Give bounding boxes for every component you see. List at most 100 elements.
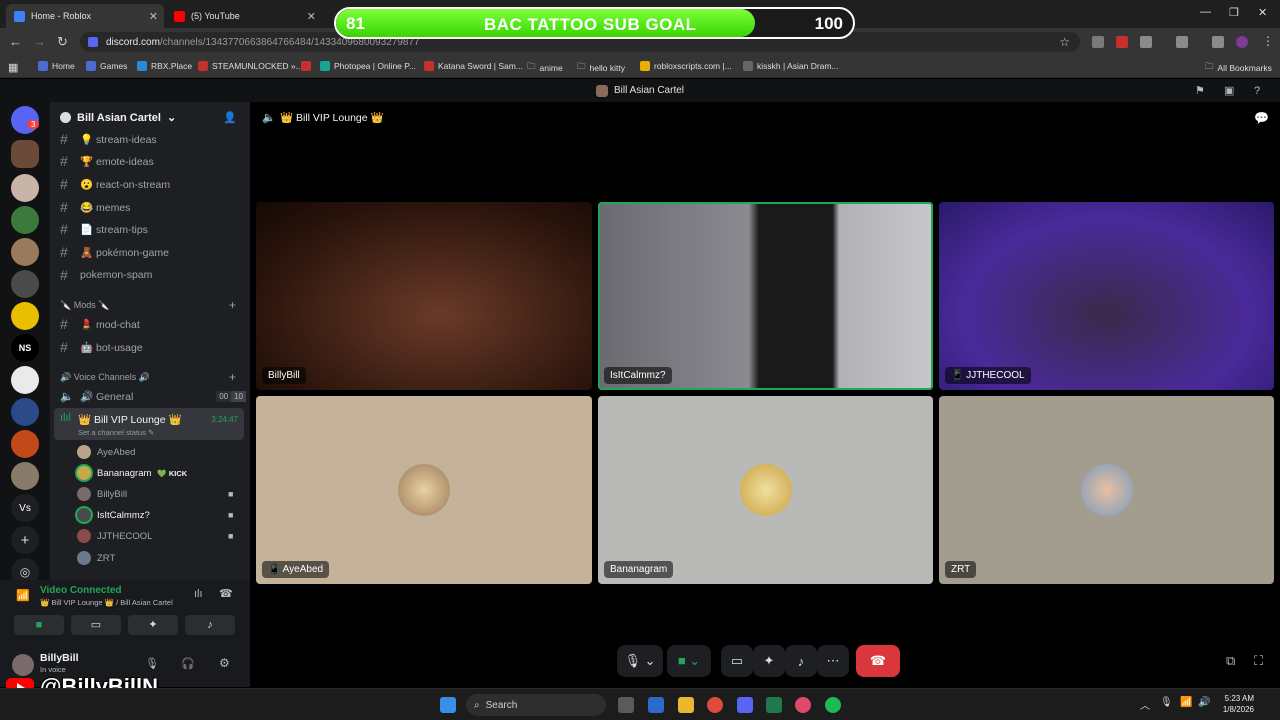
channel-pokemon-game[interactable]: # 🧸 pokémon-game xyxy=(60,242,169,262)
invite-people-icon[interactable]: 👤 xyxy=(223,111,237,124)
server-icon[interactable] xyxy=(11,430,39,458)
all-bookmarks[interactable]: 🗀 All Bookmarks xyxy=(1205,61,1272,75)
channel-stream-tips[interactable]: # 📄 stream-tips xyxy=(60,219,148,239)
channel-stream-ideas[interactable]: # 💡 stream-ideas xyxy=(60,129,157,149)
star-icon[interactable]: ☆ xyxy=(1059,35,1070,49)
tab-youtube[interactable]: (5) YouTube ✕ xyxy=(166,4,322,28)
soundboard-button[interactable]: ♪ xyxy=(785,645,817,677)
add-server-icon[interactable]: + xyxy=(11,526,39,554)
server-icon[interactable] xyxy=(11,398,39,426)
bookmark-anime[interactable]: 🗀 anime xyxy=(527,61,563,75)
voice-user[interactable]: ZRT xyxy=(77,549,115,567)
media-icon[interactable] xyxy=(1212,36,1224,48)
noise-suppression-icon[interactable]: ılı xyxy=(194,588,203,600)
soundboard-button[interactable]: ♪ xyxy=(185,615,235,635)
close-tab-icon[interactable]: ✕ xyxy=(307,10,316,23)
inbox-icon[interactable]: ▣ xyxy=(1224,84,1234,97)
chrome-icon[interactable] xyxy=(707,697,723,713)
maximize-icon[interactable]: ❐ xyxy=(1229,6,1239,19)
server-icon[interactable] xyxy=(11,238,39,266)
server-icon[interactable] xyxy=(11,270,39,298)
server-icon[interactable] xyxy=(11,174,39,202)
bookmark-icon[interactable] xyxy=(301,61,311,71)
spotify-icon[interactable] xyxy=(825,697,841,713)
clock[interactable]: 5:23 AM 1/8/2026 xyxy=(1214,693,1254,715)
screen-share-button[interactable]: ▭ xyxy=(71,615,121,635)
settings-gear-icon[interactable]: ⚙ xyxy=(219,656,230,670)
voice-user[interactable]: JJTHECOOL xyxy=(77,527,152,545)
signal-icon[interactable]: 📶 xyxy=(16,589,30,602)
back-icon[interactable]: ← xyxy=(9,34,22,49)
video-tile-billybill[interactable]: BillyBill xyxy=(256,202,592,390)
apps-grid-icon[interactable]: ▦ xyxy=(8,61,18,74)
fullscreen-icon[interactable]: ⛶ xyxy=(1254,653,1263,669)
activities-button[interactable]: ✦ xyxy=(753,645,785,677)
extension-icon[interactable] xyxy=(1092,36,1104,48)
bookmark-home[interactable]: Home xyxy=(38,61,75,71)
profile-avatar[interactable] xyxy=(1236,36,1248,48)
chevron-up-icon[interactable]: ︿ xyxy=(1140,697,1150,712)
help-icon[interactable]: ? xyxy=(1254,85,1260,97)
video-tile-isitcalmmz[interactable]: IsItCalmmz? xyxy=(598,202,933,390)
file-explorer-icon[interactable] xyxy=(678,697,694,713)
mute-button[interactable]: 🎙 ⌄ xyxy=(617,645,663,677)
channel-bot-usage[interactable]: # 🤖 bot-usage xyxy=(60,337,143,357)
microphone-icon[interactable]: 🎙 xyxy=(1160,697,1173,708)
bookmark-robloxscripts[interactable]: robloxscripts.com |... xyxy=(640,61,732,71)
server-icon[interactable]: NS xyxy=(11,334,39,362)
category-voice-channels[interactable]: 🔊 Voice Channels 🔊 xyxy=(60,372,150,383)
store-icon[interactable] xyxy=(648,697,664,713)
flag-icon[interactable]: ⚑ xyxy=(1195,84,1205,97)
task-view-icon[interactable] xyxy=(618,697,634,713)
headphones-icon[interactable]: 🎧 xyxy=(181,657,195,670)
add-channel-icon[interactable]: + xyxy=(229,298,236,312)
server-header[interactable]: Bill Asian Cartel ⌄ xyxy=(60,111,176,124)
video-toggle-button[interactable]: ■ xyxy=(14,615,64,635)
close-tab-icon[interactable]: ✕ xyxy=(149,10,158,23)
disconnect-button[interactable]: ☎ xyxy=(856,645,900,677)
user-avatar[interactable] xyxy=(12,654,34,676)
volume-icon[interactable]: 🔊 xyxy=(1198,697,1210,708)
voice-user[interactable]: IsItCalmmz? xyxy=(77,506,150,524)
bookmark-photopea[interactable]: Photopea | Online P... xyxy=(320,61,416,71)
sidepanel-icon[interactable] xyxy=(1176,36,1188,48)
server-icon[interactable]: Vs xyxy=(11,494,39,522)
channel-mod-chat[interactable]: # 💄 mod-chat xyxy=(60,314,140,334)
puzzle-icon[interactable] xyxy=(1140,36,1152,48)
reload-icon[interactable]: ↻ xyxy=(57,34,68,50)
discord-taskbar-icon[interactable] xyxy=(737,697,753,713)
voice-user[interactable]: AyeAbed xyxy=(77,443,135,461)
server-bill-asian-cartel[interactable] xyxy=(11,140,39,168)
bookmark-games[interactable]: Games xyxy=(86,61,127,71)
microphone-icon[interactable]: 🎙 xyxy=(145,657,159,670)
disconnect-icon[interactable]: ☎ xyxy=(219,587,233,600)
app-icon[interactable] xyxy=(766,697,782,713)
bookmark-rbxplace[interactable]: RBX.Place xyxy=(137,61,192,71)
minimize-icon[interactable]: — xyxy=(1200,6,1211,18)
server-icon[interactable] xyxy=(11,302,39,330)
category-mods[interactable]: 🔪 Mods 🔪 xyxy=(60,300,109,311)
taskbar-search[interactable]: ⌕ Search xyxy=(466,694,606,716)
channel-emote-ideas[interactable]: # 🏆 emote-ideas xyxy=(60,151,154,171)
site-info-icon[interactable] xyxy=(88,37,98,47)
server-icon[interactable] xyxy=(11,206,39,234)
bookmark-katana[interactable]: Katana Sword | Sam... xyxy=(424,61,523,71)
avatar-tile-bananagram[interactable]: Bananagram xyxy=(598,396,933,584)
extension-icon[interactable] xyxy=(1116,36,1128,48)
video-tile-jjthecool[interactable]: 📱 JJTHECOOL xyxy=(939,202,1274,390)
channel-react-on-stream[interactable]: # 😮 react-on-stream xyxy=(60,174,170,194)
voice-channel-general[interactable]: 🔈 🔊 General 00 10 xyxy=(60,386,246,406)
voice-channel-vip-lounge[interactable]: ılıl 👑 Bill VIP Lounge 👑 3:24:47 Set a c… xyxy=(54,408,244,440)
opera-icon[interactable] xyxy=(795,697,811,713)
server-icon[interactable] xyxy=(11,366,39,394)
bookmark-kisskh[interactable]: kisskh | Asian Dram... xyxy=(743,61,839,71)
chat-bubble-icon[interactable]: 💬 xyxy=(1254,111,1269,125)
connection-status[interactable]: Video Connected xyxy=(40,585,122,596)
more-button[interactable]: ⋯ xyxy=(817,645,849,677)
activities-button[interactable]: ✦ xyxy=(128,615,178,635)
close-window-icon[interactable]: ✕ xyxy=(1258,6,1267,19)
channel-pokemon-spam[interactable]: # pokemon-spam xyxy=(60,265,152,285)
tab-roblox[interactable]: Home - Roblox ✕ xyxy=(6,4,164,28)
wifi-icon[interactable]: 📶 xyxy=(1180,697,1192,708)
channel-memes[interactable]: # 😂 memes xyxy=(60,197,130,217)
